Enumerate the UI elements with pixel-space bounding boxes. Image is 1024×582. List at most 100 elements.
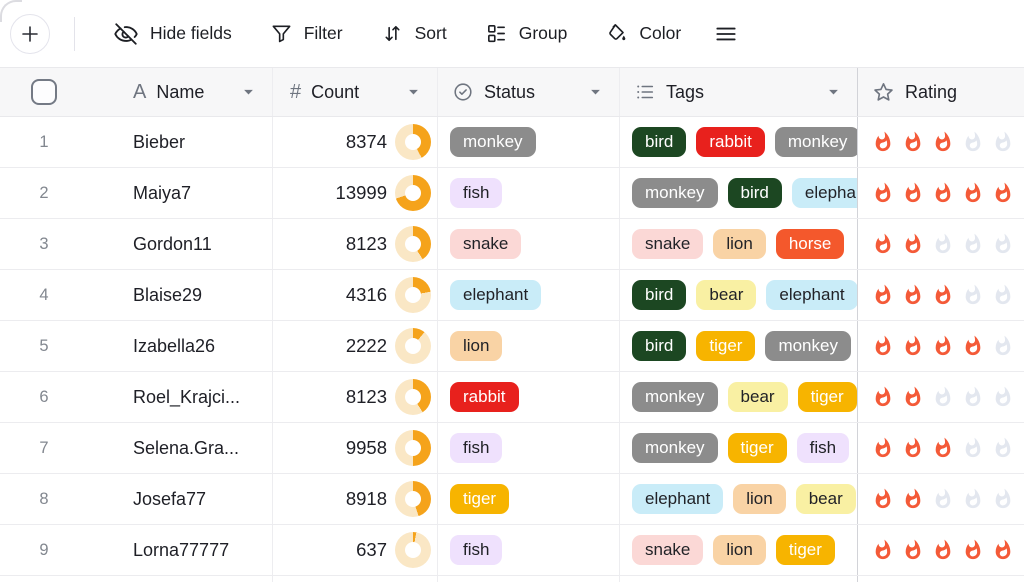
flame-icon[interactable] [932, 335, 954, 357]
tag-pill[interactable]: monkey [632, 178, 718, 208]
count-cell[interactable]: 4316 [273, 270, 438, 320]
flame-icon[interactable] [962, 488, 984, 510]
status-pill[interactable]: monkey [450, 127, 536, 157]
count-cell[interactable]: 2222 [273, 321, 438, 371]
tag-pill[interactable]: tiger [728, 433, 787, 463]
flame-icon[interactable] [902, 233, 924, 255]
rating-cell[interactable] [858, 270, 1024, 320]
header-cell-rating[interactable]: Rating [858, 68, 1024, 116]
status-pill[interactable]: lion [450, 331, 502, 361]
tags-cell[interactable]: monkey bear tiger [620, 372, 858, 422]
tag-pill[interactable]: elephant [632, 484, 723, 514]
tag-pill[interactable]: monkey [632, 433, 718, 463]
status-pill[interactable]: fish [450, 178, 502, 208]
tag-pill[interactable]: tiger [798, 382, 857, 412]
status-cell[interactable]: rabbit [438, 372, 620, 422]
flame-icon[interactable] [962, 131, 984, 153]
group-button[interactable]: Group [485, 22, 568, 45]
tag-pill[interactable]: bird [632, 331, 686, 361]
name-cell[interactable]: 6 Roel_Krajci... [0, 372, 273, 422]
table-row[interactable]: 8 Josefa77 8918 tiger elephantlionbear [0, 474, 1024, 525]
name-cell[interactable]: 4 Blaise29 [0, 270, 273, 320]
tag-pill[interactable]: monkey [775, 127, 858, 157]
tag-pill[interactable]: horse [776, 229, 845, 259]
count-cell[interactable]: 8123 [273, 219, 438, 269]
name-cell[interactable]: 9 Lorna77777 [0, 525, 273, 575]
table-row[interactable]: 4 Blaise29 4316 elephant bird bear elephan… [0, 270, 1024, 321]
tag-pill[interactable]: fish [797, 433, 849, 463]
tags-cell[interactable]: monkey bird elephant [620, 168, 858, 218]
name-cell[interactable]: 7 Selena.Gra... [0, 423, 273, 473]
rating-cell[interactable] [858, 423, 1024, 473]
flame-icon[interactable] [992, 233, 1014, 255]
add-record-button[interactable] [10, 14, 50, 54]
tag-pill[interactable]: tiger [696, 331, 755, 361]
flame-icon[interactable] [902, 284, 924, 306]
flame-icon[interactable] [992, 284, 1014, 306]
tags-cell[interactable]: snakeliontiger [620, 525, 858, 575]
hide-fields-button[interactable]: Hide fields [113, 21, 232, 47]
header-cell-status[interactable]: Status [438, 68, 620, 116]
tags-cell[interactable]: bird bear elephant [620, 270, 858, 320]
count-cell[interactable]: 8123 [273, 372, 438, 422]
flame-icon[interactable] [872, 233, 894, 255]
tag-pill[interactable]: bird [632, 280, 686, 310]
flame-icon[interactable] [962, 284, 984, 306]
status-cell[interactable]: fish [438, 168, 620, 218]
flame-icon[interactable] [992, 386, 1014, 408]
flame-icon[interactable] [902, 335, 924, 357]
tag-pill[interactable]: bear [728, 382, 788, 412]
table-row[interactable]: 3 Gordon11 8123 snake snakelionhorse [0, 219, 1024, 270]
color-button[interactable]: Color [605, 22, 681, 45]
select-all-checkbox[interactable] [31, 79, 57, 105]
name-cell[interactable]: 2 Maiya7 [0, 168, 273, 218]
flame-icon[interactable] [992, 488, 1014, 510]
sort-button[interactable]: Sort [381, 22, 447, 45]
tag-pill[interactable]: elephant [766, 280, 857, 310]
status-pill[interactable]: elephant [450, 280, 541, 310]
menu-button[interactable] [713, 21, 739, 47]
count-cell[interactable]: 13999 [273, 168, 438, 218]
tags-cell[interactable]: monkey tiger fish [620, 423, 858, 473]
flame-icon[interactable] [872, 284, 894, 306]
flame-icon[interactable] [992, 437, 1014, 459]
table-row[interactable]: 9 Lorna77777 637 fish snakeliontiger [0, 525, 1024, 576]
table-row[interactable]: 5 Izabella26 2222 lion bird tiger monkey [0, 321, 1024, 372]
status-pill[interactable]: rabbit [450, 382, 519, 412]
flame-icon[interactable] [932, 284, 954, 306]
tag-pill[interactable]: lion [713, 535, 765, 565]
status-pill[interactable]: fish [450, 535, 502, 565]
tag-pill[interactable]: bird [632, 127, 686, 157]
flame-icon[interactable] [962, 233, 984, 255]
tag-pill[interactable]: tiger [776, 535, 835, 565]
flame-icon[interactable] [872, 131, 894, 153]
tag-pill[interactable]: bear [696, 280, 756, 310]
count-cell[interactable]: 9958 [273, 423, 438, 473]
tag-pill[interactable]: monkey [765, 331, 851, 361]
table-row[interactable]: 2 Maiya7 13999 fish monkey bird elephant [0, 168, 1024, 219]
table-row[interactable]: 7 Selena.Gra... 9958 fish monkey tiger fis… [0, 423, 1024, 474]
flame-icon[interactable] [962, 335, 984, 357]
flame-icon[interactable] [992, 539, 1014, 561]
flame-icon[interactable] [902, 437, 924, 459]
name-cell[interactable]: 5 Izabella26 [0, 321, 273, 371]
tag-pill[interactable]: monkey [632, 382, 718, 412]
filter-button[interactable]: Filter [270, 22, 343, 45]
status-cell[interactable]: snake [438, 219, 620, 269]
tag-pill[interactable]: elephant [792, 178, 858, 208]
flame-icon[interactable] [932, 386, 954, 408]
flame-icon[interactable] [932, 182, 954, 204]
flame-icon[interactable] [902, 182, 924, 204]
flame-icon[interactable] [962, 182, 984, 204]
flame-icon[interactable] [992, 182, 1014, 204]
tag-pill[interactable]: bird [728, 178, 782, 208]
rating-cell[interactable] [858, 117, 1024, 167]
flame-icon[interactable] [872, 386, 894, 408]
count-column-caret[interactable] [406, 85, 421, 100]
flame-icon[interactable] [872, 539, 894, 561]
flame-icon[interactable] [992, 335, 1014, 357]
flame-icon[interactable] [902, 488, 924, 510]
name-cell[interactable]: 3 Gordon11 [0, 219, 273, 269]
rating-cell[interactable] [858, 474, 1024, 524]
flame-icon[interactable] [902, 539, 924, 561]
